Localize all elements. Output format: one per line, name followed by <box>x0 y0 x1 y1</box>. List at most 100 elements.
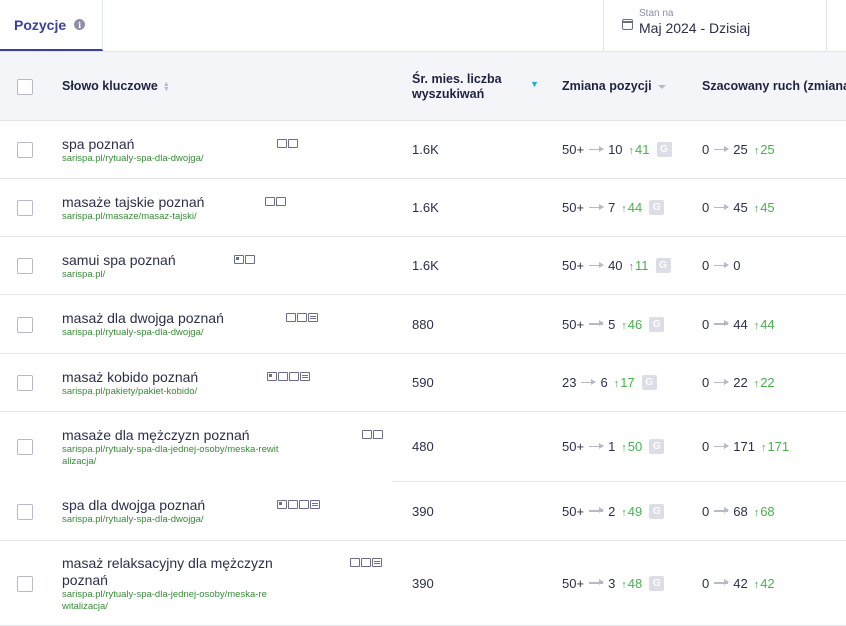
position-gain: 48 <box>621 576 642 591</box>
keyword-text[interactable]: samui spa poznań <box>62 252 176 269</box>
top-bar: Pozycje i Stan na Maj 2024 - Dzisiaj <box>0 0 846 52</box>
ranking-url[interactable]: sarispa.pl/rytualy-spa-dla-jednej-osoby/… <box>62 444 278 456</box>
position-to: 5 <box>608 316 616 332</box>
table-row[interactable]: masaż relaksacyjny dla mężczyzn poznań sar… <box>0 541 846 626</box>
column-volume[interactable]: Śr. mies. liczba wyszukiwań <box>412 72 502 102</box>
row-checkbox[interactable] <box>17 200 33 216</box>
row-checkbox[interactable] <box>17 439 33 455</box>
img-icon <box>267 372 277 381</box>
keyword-text[interactable]: masaż dla dwojga poznań <box>62 310 224 327</box>
list-icon <box>372 558 382 567</box>
position-to: 7 <box>608 200 616 215</box>
traffic-from: 0 <box>702 258 710 273</box>
traffic-gain: 25 <box>754 142 774 157</box>
traffic-to: 171 <box>733 439 755 454</box>
position-from: 50+ <box>562 200 585 215</box>
google-icon[interactable]: G <box>649 575 665 591</box>
bubble-icon <box>288 139 298 148</box>
position-gain: 41 <box>629 142 649 157</box>
date-range-picker[interactable]: Stan na Maj 2024 - Dzisiaj <box>603 0 827 51</box>
date-label: Stan na <box>639 8 674 19</box>
ranking-url[interactable]: sarispa.pl/pakiety/pakiet-kobido/ <box>62 386 197 398</box>
ranking-url[interactable]: sarispa.pl/rytualy-spa-dla-dwojga/ <box>62 153 204 165</box>
position-gain: 17 <box>614 375 634 390</box>
column-volume-label-2: wyszukiwań <box>412 87 485 101</box>
keyword-text-cont[interactable]: poznań <box>62 572 108 589</box>
traffic-gain: 44 <box>754 317 774 332</box>
table-row[interactable]: spa poznań sarispa.pl/rytualy-spa-dla-dwo… <box>0 121 846 179</box>
column-traffic[interactable]: Szacowany ruch (zmiana) <box>702 79 846 93</box>
traffic-change: 0 25 25 <box>702 142 775 157</box>
google-icon[interactable]: G <box>649 503 665 519</box>
ranking-url-cont[interactable]: witalizacja/ <box>62 601 108 613</box>
google-icon[interactable]: G <box>656 142 672 157</box>
keyword-text[interactable]: masaże tajskie poznań <box>62 194 204 211</box>
bubble-icon <box>289 372 299 381</box>
table-row[interactable]: masaże dla mężczyzn poznań sarispa.pl/ryt… <box>0 412 846 482</box>
table-row[interactable]: masaże tajskie poznań sarispa.pl/masaze/m… <box>0 179 846 237</box>
arrow-right-icon <box>714 321 730 326</box>
position-change: 50+ 5 46 G <box>562 316 665 332</box>
column-keyword[interactable]: Słowo kluczowe ▲ ▼ <box>62 79 170 93</box>
google-icon[interactable]: G <box>655 258 671 273</box>
traffic-change: 0 44 44 <box>702 317 775 332</box>
ranking-url[interactable]: sarispa.pl/ <box>62 269 105 281</box>
table-row[interactable]: masaż kobido poznań sarispa.pl/pakiety/pa… <box>0 354 846 412</box>
keyword-text[interactable]: masaże dla mężczyzn poznań <box>62 427 250 444</box>
traffic-from: 0 <box>702 316 710 332</box>
row-checkbox[interactable] <box>17 575 33 592</box>
table-row[interactable]: samui spa poznańsarispa.pl/1.6K 50+ 40 11 G 0… <box>0 237 846 295</box>
ranking-url-cont[interactable]: alizacja/ <box>62 456 96 468</box>
position-gain: 49 <box>621 504 642 519</box>
table-row[interactable]: spa dla dwojga poznań sarispa.pl/rytualy-… <box>0 482 846 541</box>
search-volume: 880 <box>412 316 434 332</box>
serp-features <box>267 372 310 381</box>
row-divider <box>392 481 846 482</box>
map-icon <box>277 139 287 148</box>
select-all-checkbox[interactable] <box>17 79 33 95</box>
traffic-from: 0 <box>702 503 710 519</box>
google-icon[interactable]: G <box>641 375 657 390</box>
keyword-text[interactable]: masaż kobido poznań <box>62 369 198 386</box>
arrow-right-icon <box>714 443 730 448</box>
position-change: 50+ 7 44 G <box>562 200 665 215</box>
info-icon[interactable]: i <box>74 19 86 30</box>
sort-icon[interactable]: ▲ ▼ <box>163 81 170 93</box>
dropdown-caret-icon[interactable] <box>657 84 666 89</box>
table-row[interactable]: masaż dla dwojga poznań sarispa.pl/rytual… <box>0 295 846 354</box>
google-icon[interactable]: G <box>649 200 665 215</box>
position-change: 23 6 17 G <box>562 375 657 390</box>
list-icon <box>300 372 310 381</box>
ranking-url[interactable]: sarispa.pl/rytualy-spa-dla-dwojga/ <box>62 514 204 526</box>
arrow-right-icon <box>589 146 605 151</box>
column-position-change[interactable]: Zmiana pozycji <box>562 79 666 93</box>
img-icon <box>277 500 287 509</box>
keyword-text[interactable]: spa poznań <box>62 136 134 153</box>
arrow-right-icon <box>589 508 605 513</box>
search-volume: 480 <box>412 439 434 454</box>
arrow-right-icon <box>589 580 605 585</box>
row-checkbox[interactable] <box>17 258 33 274</box>
bubble-icon <box>361 558 371 567</box>
row-checkbox[interactable] <box>17 503 33 520</box>
tab-positions[interactable]: Pozycje i <box>0 0 103 51</box>
traffic-change: 0 22 22 <box>702 375 775 390</box>
search-volume: 390 <box>412 503 434 519</box>
sort-active-icon[interactable]: ▼ <box>530 79 539 89</box>
ranking-url[interactable]: sarispa.pl/rytualy-spa-dla-dwojga/ <box>62 327 204 339</box>
position-from: 50+ <box>562 439 585 454</box>
row-checkbox[interactable] <box>17 142 33 158</box>
arrow-right-icon <box>714 580 730 585</box>
ranking-url[interactable]: sarispa.pl/rytualy-spa-dla-jednej-osoby/… <box>62 589 267 601</box>
position-change: 50+ 1 50 G <box>562 439 665 454</box>
ranking-url[interactable]: sarispa.pl/masaze/masaz-tajski/ <box>62 211 197 223</box>
keyword-text[interactable]: masaż relaksacyjny dla mężczyzn <box>62 555 273 572</box>
row-checkbox[interactable] <box>17 375 33 391</box>
keyword-text[interactable]: spa dla dwojga poznań <box>62 497 205 514</box>
google-icon[interactable]: G <box>649 316 665 332</box>
row-checkbox[interactable] <box>17 316 33 333</box>
google-icon[interactable]: G <box>649 439 665 454</box>
bubble-icon <box>373 430 383 439</box>
map-icon <box>265 197 275 206</box>
img-icon <box>234 255 244 264</box>
